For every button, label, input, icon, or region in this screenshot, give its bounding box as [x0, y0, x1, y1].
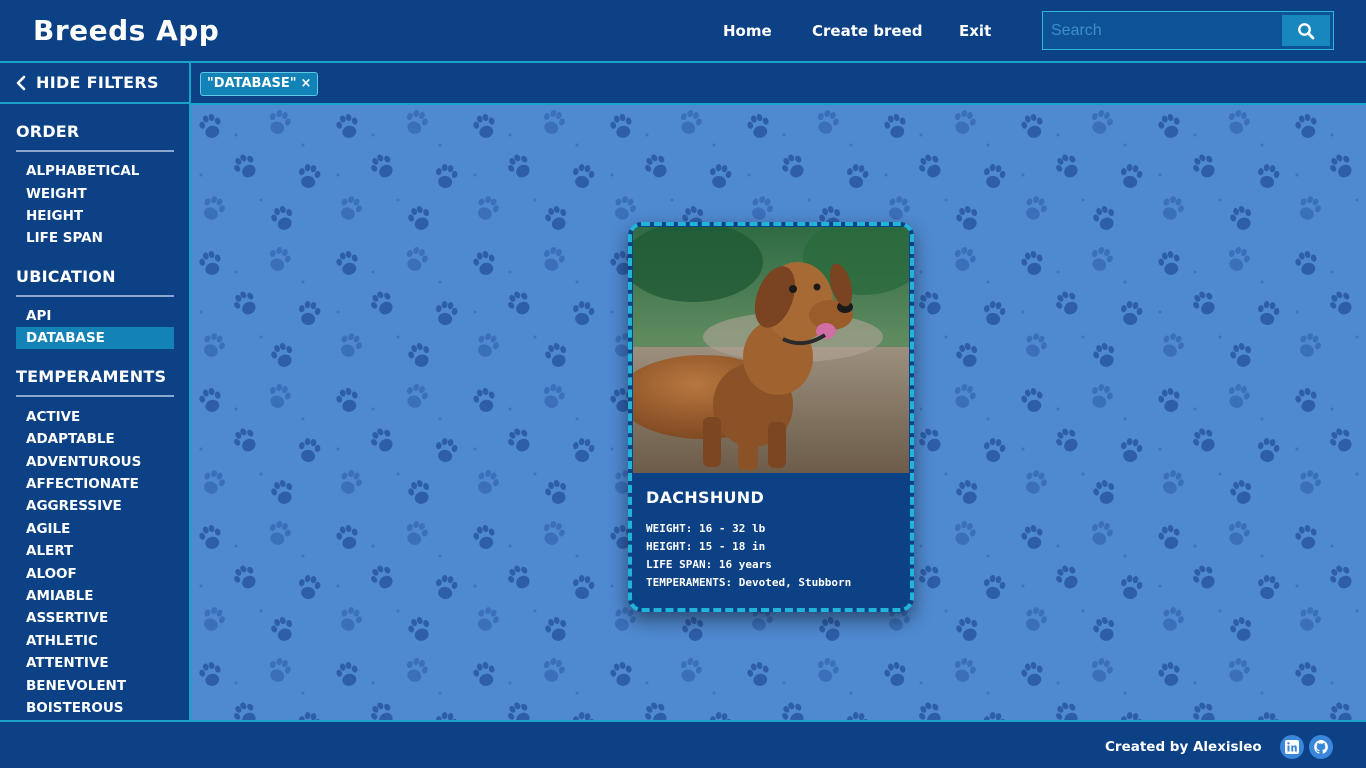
- ubication-divider: [16, 295, 174, 297]
- filter-chip-label: "DATABASE": [207, 76, 297, 91]
- breed-temperaments: TEMPERAMENTS: Devoted, Stubborn: [646, 576, 852, 589]
- temperament-item[interactable]: BENEVOLENT: [16, 675, 174, 697]
- breed-name: DACHSHUND: [646, 488, 765, 507]
- breed-weight: WEIGHT: 16 - 32 lb: [646, 522, 766, 535]
- temperament-item[interactable]: ASSERTIVE: [16, 607, 174, 629]
- nav-create-breed-link[interactable]: Create breed: [812, 22, 923, 40]
- search-icon: [1298, 22, 1315, 39]
- linkedin-icon: [1285, 740, 1299, 754]
- nav-home-link[interactable]: Home: [723, 22, 772, 40]
- temperament-item[interactable]: ADVENTUROUS: [16, 451, 174, 473]
- breeds-grid: DACHSHUND WEIGHT: 16 - 32 lb HEIGHT: 15 …: [191, 105, 1366, 720]
- github-icon: [1314, 740, 1328, 754]
- temperament-item[interactable]: AMIABLE: [16, 585, 174, 607]
- temperaments-section-title: TEMPERAMENTS: [16, 367, 167, 386]
- temperament-item[interactable]: ACTIVE: [16, 406, 174, 428]
- search-input[interactable]: [1043, 12, 1281, 49]
- active-filters-bar: "DATABASE" ×: [191, 63, 1366, 105]
- temperament-item[interactable]: ALERT: [16, 540, 174, 562]
- ubication-item-api[interactable]: API: [16, 305, 174, 327]
- footer: Created by Alexisleo: [0, 720, 1366, 768]
- filters-sidebar: HIDE FILTERS ORDER ALPHABETICAL WEIGHT H…: [0, 63, 191, 720]
- temperament-item[interactable]: AGGRESSIVE: [16, 495, 174, 517]
- github-link[interactable]: [1309, 735, 1333, 759]
- app-logo[interactable]: Breeds App: [33, 14, 219, 47]
- order-item-alphabetical[interactable]: ALPHABETICAL: [16, 160, 174, 182]
- breed-height: HEIGHT: 15 - 18 in: [646, 540, 766, 553]
- search-bar: [1042, 11, 1334, 50]
- order-divider: [16, 150, 174, 152]
- temperament-item[interactable]: AFFECTIONATE: [16, 473, 174, 495]
- chevron-left-icon: [16, 75, 26, 90]
- temperament-item[interactable]: ATHLETIC: [16, 630, 174, 652]
- ubication-item-database[interactable]: DATABASE: [16, 327, 174, 349]
- breed-life-span: LIFE SPAN: 16 years: [646, 558, 772, 571]
- temperament-item[interactable]: AGILE: [16, 518, 174, 540]
- top-navbar: Breeds App Home Create breed Exit: [0, 0, 1366, 63]
- temperament-item[interactable]: BOISTEROUS: [16, 697, 174, 719]
- order-section-title: ORDER: [16, 122, 80, 141]
- temperament-item[interactable]: ATTENTIVE: [16, 652, 174, 674]
- order-item-weight[interactable]: WEIGHT: [16, 183, 174, 205]
- ubication-section-title: UBICATION: [16, 267, 116, 286]
- order-item-life-span[interactable]: LIFE SPAN: [16, 227, 174, 249]
- filter-chip-database[interactable]: "DATABASE" ×: [200, 72, 319, 96]
- linkedin-link[interactable]: [1280, 735, 1304, 759]
- footer-credit: Created by Alexisleo: [1105, 739, 1262, 755]
- breed-image: [633, 227, 909, 473]
- close-icon[interactable]: ×: [301, 76, 312, 91]
- temperament-item[interactable]: ALOOF: [16, 563, 174, 585]
- breed-card[interactable]: DACHSHUND WEIGHT: 16 - 32 lb HEIGHT: 15 …: [628, 222, 914, 612]
- temperaments-divider: [16, 395, 174, 397]
- nav-exit-link[interactable]: Exit: [959, 22, 991, 40]
- hide-filters-label: HIDE FILTERS: [36, 73, 159, 92]
- order-item-height[interactable]: HEIGHT: [16, 205, 174, 227]
- hide-filters-button[interactable]: HIDE FILTERS: [0, 63, 189, 104]
- temperament-item[interactable]: ADAPTABLE: [16, 428, 174, 450]
- search-button[interactable]: [1282, 15, 1330, 46]
